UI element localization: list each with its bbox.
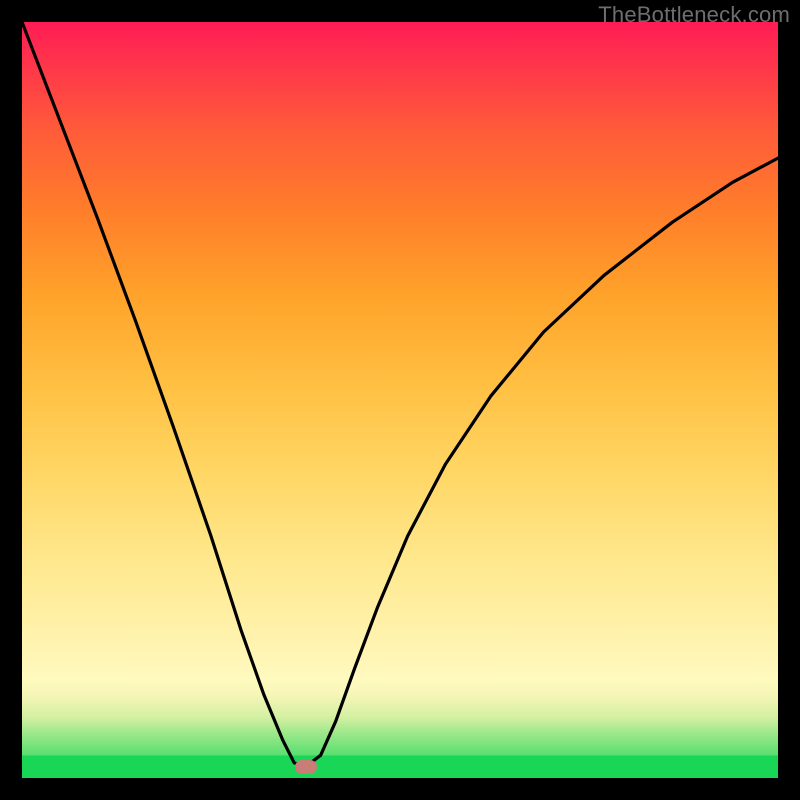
optimal-point-marker bbox=[295, 760, 317, 774]
bottleneck-curve bbox=[22, 22, 778, 778]
plot-area bbox=[22, 22, 778, 778]
chart-stage: TheBottleneck.com bbox=[0, 0, 800, 800]
